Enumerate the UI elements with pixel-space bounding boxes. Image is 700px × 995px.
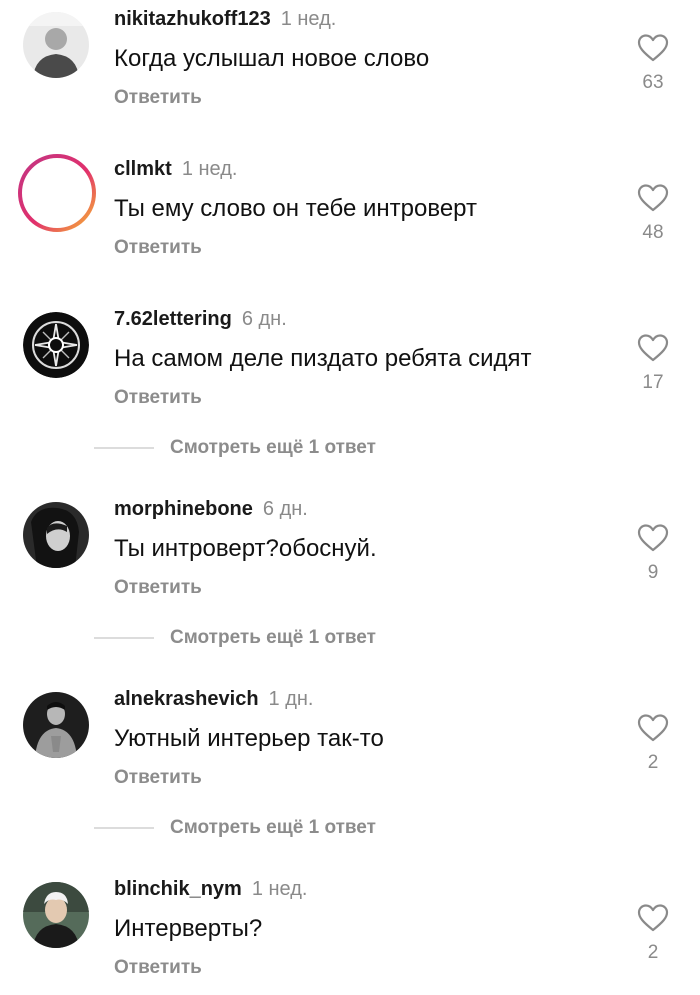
username[interactable]: cllmkt <box>114 158 172 180</box>
avatar[interactable] <box>17 153 97 233</box>
view-more-replies-label: Смотреть ещё 1 ответ <box>170 817 376 838</box>
avatar[interactable] <box>23 882 89 948</box>
reply-button[interactable]: Ответить <box>114 236 202 260</box>
comment-meta: nikitazhukoff123 1 нед. <box>114 7 336 31</box>
divider-line <box>94 827 154 829</box>
view-more-replies-button[interactable]: Смотреть ещё 1 ответ <box>94 813 594 843</box>
username[interactable]: blinchik_nym <box>114 878 242 900</box>
comment-item: cllmkt 1 нед. Ты ему слово он тебе интров… <box>0 150 700 270</box>
timestamp: 6 дн. <box>262 498 308 520</box>
comment-text: Интерверты? <box>114 915 263 942</box>
timestamp: 6 дн. <box>241 308 287 330</box>
username[interactable]: 7.62lettering <box>114 308 232 330</box>
view-more-replies-label: Смотреть ещё 1 ответ <box>170 627 376 648</box>
heart-icon <box>637 904 669 932</box>
comment-meta: blinchik_nym 1 нед. <box>114 877 307 901</box>
timestamp: 1 нед. <box>280 8 337 30</box>
like-count: 17 <box>642 372 664 393</box>
avatar[interactable] <box>23 312 89 378</box>
comment-meta: cllmkt 1 нед. <box>114 157 237 181</box>
comment-item: blinchik_nym 1 нед. Интерверты? Ответить … <box>0 870 700 990</box>
view-more-replies-button[interactable]: Смотреть ещё 1 ответ <box>94 623 594 653</box>
like-button[interactable]: 48 <box>636 183 670 244</box>
like-count: 2 <box>647 942 659 963</box>
like-button[interactable]: 2 <box>636 903 670 964</box>
view-more-replies-button[interactable]: Смотреть ещё 1 ответ <box>94 433 594 463</box>
like-count: 63 <box>642 72 664 93</box>
heart-icon <box>637 524 669 552</box>
comment-meta: 7.62lettering 6 дн. <box>114 307 287 331</box>
logo-avatar <box>23 312 89 378</box>
photo-person-icon <box>23 882 89 948</box>
avatar[interactable] <box>23 692 89 758</box>
comment-meta: morphinebone 6 дн. <box>114 497 308 521</box>
heart-icon <box>637 334 669 362</box>
like-count: 2 <box>647 752 659 773</box>
view-more-replies-label: Смотреть ещё 1 ответ <box>170 437 376 458</box>
reply-button[interactable]: Ответить <box>114 86 202 110</box>
comment-item: morphinebone 6 дн. Ты интроверт?обоснуй. … <box>0 490 700 610</box>
comment-meta: alnekrashevich 1 дн. <box>114 687 313 711</box>
like-count: 48 <box>642 222 664 243</box>
divider-line <box>94 637 154 639</box>
divider-line <box>94 447 154 449</box>
like-button[interactable]: 9 <box>636 523 670 584</box>
username[interactable]: nikitazhukoff123 <box>114 8 271 30</box>
username[interactable]: alnekrashevich <box>114 688 259 710</box>
heart-icon <box>637 184 669 212</box>
comment-text: Когда услышал новое слово <box>114 45 430 72</box>
reply-button[interactable]: Ответить <box>114 576 202 600</box>
photo-person-icon <box>23 692 89 758</box>
heart-icon <box>637 714 669 742</box>
avatar[interactable] <box>23 12 89 78</box>
comment-text: Ты ему слово он тебе интроверт <box>114 195 477 222</box>
reply-button[interactable]: Ответить <box>114 386 202 410</box>
heart-icon <box>637 34 669 62</box>
like-button[interactable]: 17 <box>636 333 670 394</box>
comment-text: На самом деле пиздато ребята сидят <box>114 345 532 372</box>
reply-button[interactable]: Ответить <box>114 766 202 790</box>
like-count: 9 <box>647 562 659 583</box>
reply-button[interactable]: Ответить <box>114 956 202 980</box>
comment-item: nikitazhukoff123 1 нед. Когда услышал нов… <box>0 0 700 120</box>
comment-text: Уютный интерьер так-то <box>114 725 384 752</box>
comment-item: 7.62lettering 6 дн. На самом деле пиздато… <box>0 300 700 420</box>
avatar[interactable] <box>23 502 89 568</box>
timestamp: 1 дн. <box>268 688 314 710</box>
story-ring-avatar <box>18 154 96 232</box>
username[interactable]: morphinebone <box>114 498 253 520</box>
like-button[interactable]: 2 <box>636 713 670 774</box>
like-button[interactable]: 63 <box>636 33 670 94</box>
comment-item: alnekrashevich 1 дн. Уютный интерьер так-… <box>0 680 700 800</box>
timestamp: 1 нед. <box>251 878 308 900</box>
photo-person-icon <box>23 12 89 78</box>
photo-person-icon <box>23 502 89 568</box>
timestamp: 1 нед. <box>181 158 238 180</box>
comment-text: Ты интроверт?обоснуй. <box>114 535 377 562</box>
